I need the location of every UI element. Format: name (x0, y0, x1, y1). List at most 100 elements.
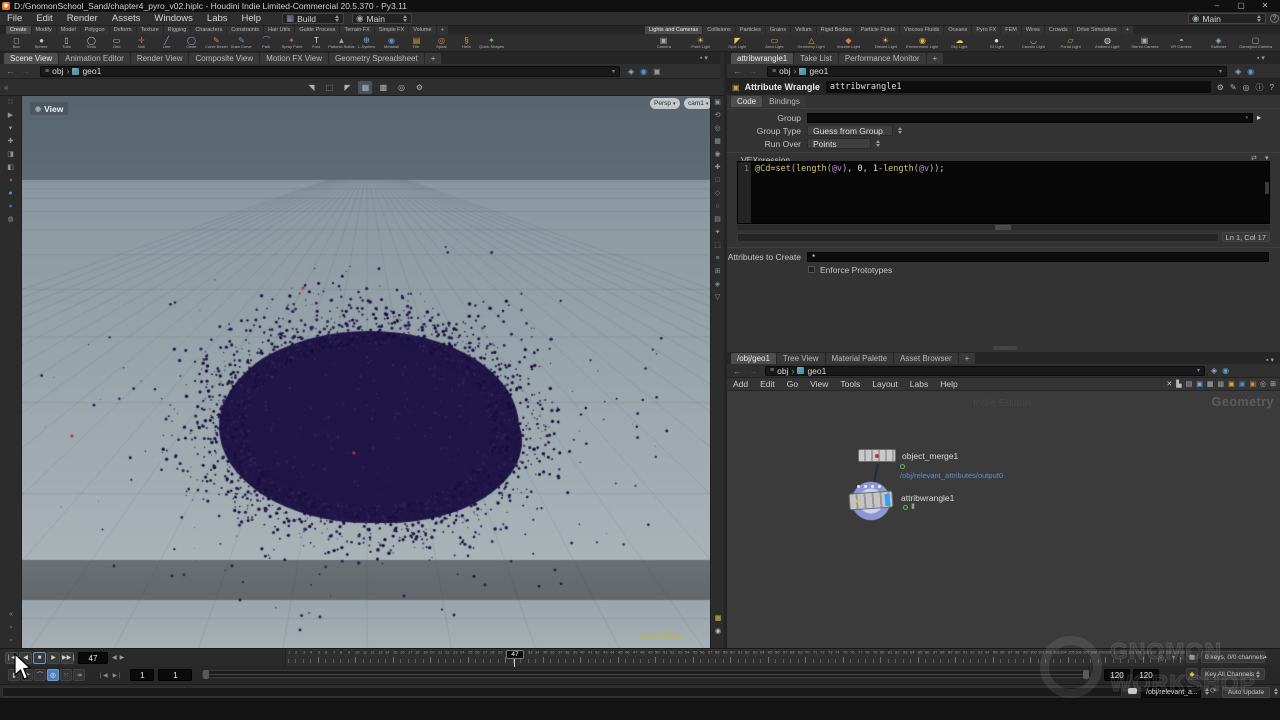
network-tab[interactable]: Material Palette (826, 353, 894, 364)
view-option-icon[interactable]: ≡ (711, 252, 724, 265)
persp-selector[interactable]: Persp▾ (650, 98, 680, 109)
network-icon[interactable]: ▦ (1207, 380, 1214, 388)
minimize-button[interactable]: – (1208, 0, 1226, 12)
playback-toggle[interactable]: ⇥ (73, 669, 85, 681)
shelf-tab[interactable]: Crowds (1045, 26, 1072, 34)
menu-item[interactable]: Labs (200, 12, 235, 26)
frame-step-forward-icon[interactable]: ▶ (120, 654, 125, 661)
shelf-tool[interactable]: § Helix (454, 34, 479, 52)
breadcrumb[interactable]: geo1 (82, 66, 101, 76)
shelf-tab[interactable]: Particles (736, 26, 765, 34)
shelf-tool[interactable]: ▲ Platonic Solids (329, 34, 354, 52)
current-frame-field[interactable]: 47 (78, 652, 108, 664)
gear-icon[interactable]: ⚙ (1217, 83, 1224, 92)
tool-icon[interactable]: ▫ (0, 634, 22, 647)
network-tab[interactable]: + (959, 353, 976, 364)
shelf-tool[interactable]: ╱ Line (154, 34, 179, 52)
shelf-tool[interactable]: ⌒ Path (254, 34, 279, 52)
chevron-down-icon[interactable]: ▾ (1172, 654, 1175, 661)
network-icon[interactable]: ▣ (1239, 380, 1246, 388)
pane-tab[interactable]: Take List (794, 53, 838, 64)
shelf-tab[interactable]: Pyro FX (972, 26, 1000, 34)
shelf-tab[interactable]: Collisions (703, 26, 735, 34)
playback-toggle[interactable]: ⌒ (34, 669, 46, 681)
link-icon[interactable]: ◉ (1222, 366, 1229, 375)
shelf-tool[interactable]: ▱ Portal Light (1052, 34, 1089, 52)
recook-icon[interactable]: ⟳ (1210, 686, 1217, 695)
view-option-icon[interactable]: ○ (711, 200, 724, 213)
shelf-tool[interactable]: ▤ File (404, 34, 429, 52)
network-menu-item[interactable]: Layout (866, 379, 904, 389)
main-selector[interactable]: ◉ Main (352, 13, 412, 24)
pane-tab[interactable]: Render View (131, 53, 189, 64)
playback-toggle[interactable]: ⁙ (60, 669, 72, 681)
shelf-tool[interactable]: ◯ Torus (79, 34, 104, 52)
shelf-tool[interactable]: ◉ Metaball (379, 34, 404, 52)
pane-tab[interactable]: Geometry Spreadsheet (329, 53, 424, 64)
network-icon[interactable]: ◎ (1260, 380, 1266, 388)
shelf-tool[interactable]: ◆ Volume Light (830, 34, 867, 52)
view-option-icon[interactable]: ◉ (711, 148, 724, 161)
run-over-select[interactable]: Points (807, 138, 871, 149)
magnet-icon[interactable]: ◎ (1158, 654, 1164, 662)
tool-icon[interactable]: ◍ (0, 213, 21, 226)
shelf-tab[interactable]: Particle Fluids (856, 26, 899, 34)
view-option-icon[interactable]: ◇ (711, 187, 724, 200)
pin-icon[interactable]: ◈ (628, 67, 634, 76)
forward-icon[interactable]: → (21, 66, 30, 76)
shelf-tool[interactable]: ◉ Environment Light (904, 34, 941, 52)
tool-icon[interactable]: ◨ (0, 148, 21, 161)
shelf-tool[interactable]: ▣ Stereo Camera (1126, 34, 1163, 52)
node-body[interactable]: ▰ (848, 490, 893, 510)
link-icon[interactable]: ◉ (640, 67, 647, 76)
menu-item[interactable]: Help (235, 12, 269, 26)
enforce-checkbox[interactable] (808, 266, 815, 273)
pane-tab[interactable]: attribwrangle1 (731, 53, 793, 64)
shelf-tool[interactable]: ◡ Caustic Light (1015, 34, 1052, 52)
horizontal-scrollbar[interactable] (737, 225, 1270, 230)
view-option-icon[interactable]: ▦ (711, 135, 724, 148)
tool-icon[interactable]: ▶ (0, 109, 21, 122)
menu-item[interactable]: Assets (105, 12, 148, 26)
viewport-tool-icon[interactable]: ◤ (340, 81, 354, 94)
pane-tab[interactable]: Composite View (189, 53, 259, 64)
path-field[interactable]: ≡ obj › geo1 ▾ (40, 66, 620, 77)
tool-icon[interactable]: ▾ (0, 122, 21, 135)
pane-tab[interactable]: Performance Monitor (839, 53, 926, 64)
playback-button[interactable]: ◀ (19, 652, 32, 664)
tool-icon[interactable]: « (0, 608, 22, 621)
playback-toggle[interactable]: ⟳ (21, 669, 33, 681)
main-selector-right[interactable]: ◉ Main (1188, 13, 1266, 24)
shelf-tool[interactable]: ● GI Light (978, 34, 1015, 52)
shelf-tool[interactable]: ☁ Sky Light (941, 34, 978, 52)
shelf-tool[interactable]: T Font (304, 34, 329, 52)
shelf-tool[interactable]: ▭ Grid (104, 34, 129, 52)
node-attribwrangle[interactable]: ▰ attribwrangle1 ▮ (851, 481, 891, 521)
shelf-tool[interactable]: △ Geometry Light (793, 34, 830, 52)
node-name-field[interactable]: attribwrangle1 (826, 81, 1211, 93)
template-flag[interactable] (903, 505, 908, 510)
view-option-icon[interactable]: ◉ (711, 625, 725, 638)
shelf-tab[interactable]: Wires (1022, 26, 1044, 34)
view-option-icon[interactable]: ▽ (711, 291, 724, 304)
selector-path-field[interactable]: /obj/relevant_a... (1141, 687, 1201, 698)
vex-code-editor[interactable]: 1 @Cd=set(length(@v), 0, 1-length(@v)); (737, 161, 1270, 224)
playback-range-slider[interactable] (202, 670, 1092, 678)
menu-item[interactable]: Render (60, 12, 105, 26)
network-menu-item[interactable]: Labs (904, 379, 934, 389)
pin-icon[interactable]: ◈ (1235, 67, 1241, 76)
help-icon[interactable]: ? (1270, 14, 1279, 23)
network-icon[interactable]: ▣ (1228, 380, 1235, 388)
shelf-tool[interactable]: ◻ Box (4, 34, 29, 52)
view-option-icon[interactable]: ▦ (711, 612, 725, 625)
network-menu-item[interactable]: Go (781, 379, 804, 389)
viewport-tool-icon[interactable]: ▩ (376, 81, 390, 94)
view-option-icon[interactable]: ◈ (711, 278, 724, 291)
camera-selector[interactable]: cam1▾ (684, 98, 710, 109)
code-line[interactable]: @Cd=set(length(@v), 0, 1-length(@v)); (751, 162, 945, 223)
breadcrumb[interactable]: obj (777, 366, 788, 376)
viewport-tool-icon[interactable]: ◎ (394, 81, 408, 94)
info-icon[interactable]: ⓘ (1256, 82, 1264, 93)
shelf-tab[interactable]: Vellum (791, 26, 816, 34)
network-icon[interactable]: ▣ (1196, 380, 1203, 388)
